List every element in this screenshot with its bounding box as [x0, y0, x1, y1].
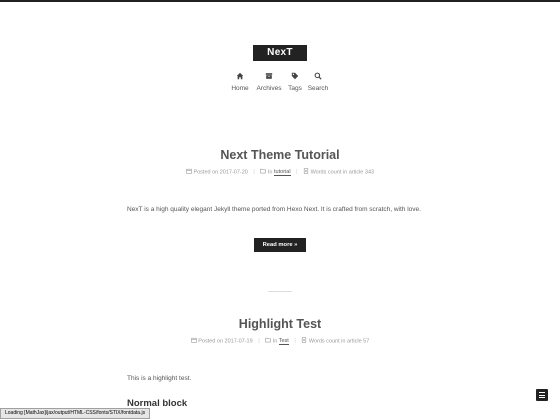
category-prefix: In: [272, 338, 278, 345]
search-icon: [300, 72, 336, 83]
menu-bar: [539, 392, 545, 393]
folder-icon: [260, 168, 267, 176]
post-divider: [268, 291, 292, 292]
post-excerpt: This is a highlight test.: [127, 375, 192, 382]
site-brand-logo[interactable]: NexT: [253, 45, 307, 61]
top-border: [0, 0, 560, 2]
post-category-link[interactable]: tutorial: [274, 169, 291, 177]
menu-item-label: Search: [307, 85, 329, 92]
read-more-button[interactable]: Read more »: [254, 238, 306, 252]
mathjax-loading-status: Loading [MathJax]/jax/output/HTML-CSS/fo…: [0, 408, 151, 419]
menu-bar: [539, 397, 545, 398]
file-icon: [301, 337, 307, 345]
meta-divider: |: [294, 338, 296, 345]
calendar-icon: [186, 168, 192, 176]
meta-divider: |: [253, 169, 255, 176]
meta-divider: |: [296, 169, 298, 176]
menu-item-search[interactable]: Search: [300, 72, 336, 93]
main-menu: Home Archives Tags Search: [0, 72, 560, 96]
menu-bar: [539, 394, 545, 396]
post-date: Posted on 2017-07-19: [198, 338, 253, 345]
file-icon: [303, 168, 309, 176]
word-count: Words count in article 57: [308, 338, 370, 345]
post-meta: Posted on 2017-07-19 | In Test | Words c…: [0, 337, 560, 346]
post-title[interactable]: Next Theme Tutorial: [0, 148, 560, 162]
calendar-icon: [191, 337, 197, 345]
post-date: Posted on 2017-07-20: [193, 169, 248, 176]
folder-icon: [265, 337, 271, 345]
word-count: Words count in article 343: [310, 169, 375, 176]
meta-divider: |: [258, 338, 260, 345]
category-prefix: In: [267, 169, 273, 176]
post-category-link[interactable]: Test: [278, 338, 289, 346]
sidebar-toggle-button[interactable]: [536, 389, 548, 401]
post-meta: Posted on 2017-07-20 | In tutorial | Wor…: [0, 168, 560, 177]
post-excerpt: NexT is a high quality elegant Jekyll th…: [127, 206, 421, 213]
post-title[interactable]: Highlight Test: [0, 317, 560, 331]
